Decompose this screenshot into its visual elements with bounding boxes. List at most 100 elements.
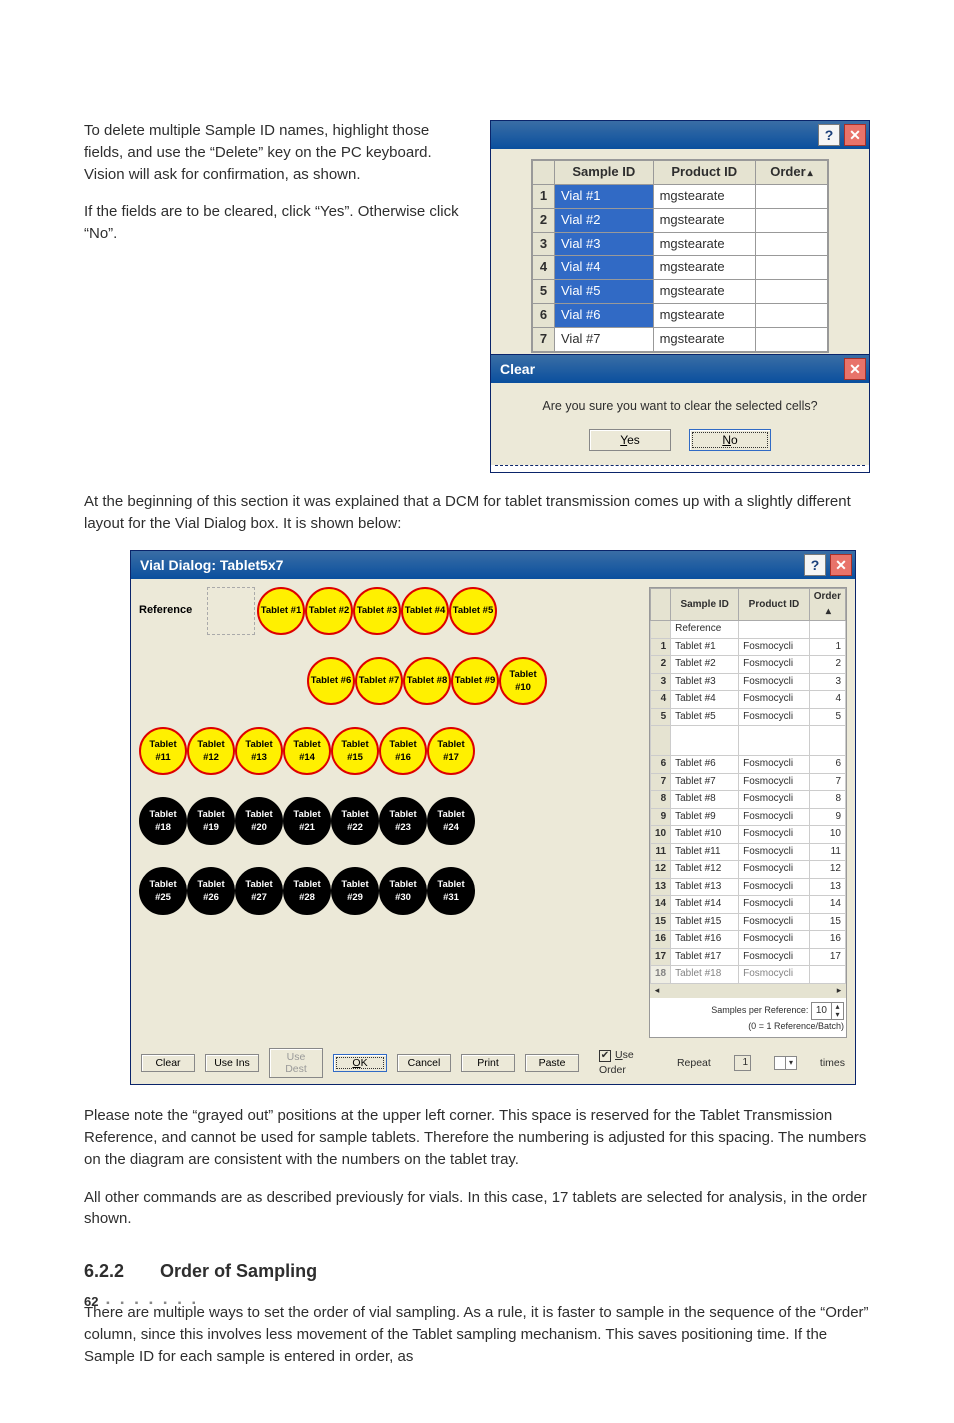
table-row[interactable]: 7Tablet #7Fosmocycli7 <box>651 773 846 791</box>
samples-per-reference-stepper[interactable]: 10 ▴▾ <box>811 1002 844 1020</box>
reference-slot <box>207 587 255 635</box>
tablet-well[interactable]: Tablet #3 <box>353 587 401 635</box>
table-row[interactable]: 1Vial #1mgstearate <box>533 184 828 208</box>
table-row[interactable]: 7Vial #7mgstearate <box>533 327 828 351</box>
close-icon[interactable]: ✕ <box>844 358 866 380</box>
tablet-well[interactable]: Tablet #5 <box>449 587 497 635</box>
tablet-well[interactable]: Tablet #31 <box>427 867 475 915</box>
tablet-well[interactable]: Tablet #18 <box>139 797 187 845</box>
sample-window: ? ✕ Sample ID Product ID Order▴ 1Vial #1… <box>490 120 870 364</box>
tablet-well[interactable]: Tablet #21 <box>283 797 331 845</box>
table-row[interactable]: 11Tablet #11Fosmocycli11 <box>651 843 846 861</box>
repeat-unit-dropdown[interactable]: ▾ <box>774 1056 797 1070</box>
table-row[interactable]: 3Tablet #3Fosmocycli3 <box>651 673 846 691</box>
sample-grid[interactable]: Sample ID Product ID Order▴ 1Vial #1mgst… <box>531 159 829 353</box>
tablet-well[interactable]: Tablet #28 <box>283 867 331 915</box>
col-order[interactable]: Order▴ <box>755 161 827 185</box>
tablet-well[interactable]: Tablet #6 <box>307 657 355 705</box>
clear-button[interactable]: Clear <box>141 1054 195 1072</box>
table-row[interactable]: 6Tablet #6Fosmocycli6 <box>651 756 846 774</box>
table-row[interactable]: 10Tablet #10Fosmocycli10 <box>651 826 846 844</box>
reference-row[interactable]: Reference <box>651 621 846 639</box>
table-row[interactable]: 5Vial #5mgstearate <box>533 280 828 304</box>
tablet-well[interactable]: Tablet #14 <box>283 727 331 775</box>
tablet-well[interactable]: Tablet #27 <box>235 867 283 915</box>
sort-asc-icon: ▴ <box>808 167 813 182</box>
tablet-well[interactable]: Tablet #23 <box>379 797 427 845</box>
tablet-well[interactable]: Tablet #13 <box>235 727 283 775</box>
cancel-button[interactable]: Cancel <box>397 1054 451 1072</box>
table-row[interactable]: 3Vial #3mgstearate <box>533 232 828 256</box>
table-row[interactable]: 18Tablet #18Fosmocycli <box>651 966 846 984</box>
col-sample-id[interactable]: Sample ID <box>555 161 654 185</box>
table-row[interactable]: 4Vial #4mgstearate <box>533 256 828 280</box>
tablet-well[interactable]: Tablet #25 <box>139 867 187 915</box>
tablet-well[interactable]: Tablet #17 <box>427 727 475 775</box>
tablet-well[interactable]: Tablet #4 <box>401 587 449 635</box>
tablet-well[interactable]: Tablet #7 <box>355 657 403 705</box>
table-row[interactable]: 8Tablet #8Fosmocycli8 <box>651 791 846 809</box>
dialog-title: Vial Dialog: Tablet5x7 <box>134 555 800 575</box>
scroll-right-icon[interactable]: ▸ <box>832 984 846 997</box>
col-sample-id[interactable]: Sample ID <box>671 589 739 621</box>
samples-per-reference-label: Samples per Reference: <box>711 1005 808 1015</box>
table-row[interactable]: 6Vial #6mgstearate <box>533 304 828 328</box>
table-row[interactable]: 15Tablet #15Fosmocycli15 <box>651 913 846 931</box>
col-order[interactable]: Order▴ <box>809 589 845 621</box>
yes-button[interactable]: Yes <box>589 429 671 451</box>
col-product-id[interactable]: Product ID <box>739 589 810 621</box>
tablet-well[interactable]: Tablet #26 <box>187 867 235 915</box>
tablet-well[interactable]: Tablet #10 <box>499 657 547 705</box>
tablet-well[interactable]: Tablet #15 <box>331 727 379 775</box>
print-button[interactable]: Print <box>461 1054 515 1072</box>
sample-grid[interactable]: Sample ID Product ID Order▴ Reference 1T… <box>649 587 847 1038</box>
tablet-well[interactable]: Tablet #12 <box>187 727 235 775</box>
tablet-well[interactable]: Tablet #2 <box>305 587 353 635</box>
paste-button[interactable]: Paste <box>525 1054 579 1072</box>
page-footer: 62 ▪ ▪ ▪ ▪ ▪ ▪ ▪ <box>84 1294 200 1309</box>
table-row[interactable]: 16Tablet #16Fosmocycli16 <box>651 931 846 949</box>
col-product-id[interactable]: Product ID <box>653 161 755 185</box>
help-icon[interactable]: ? <box>804 554 826 576</box>
reference-label: Reference <box>139 603 207 619</box>
footer-ornament: ▪ ▪ ▪ ▪ ▪ ▪ ▪ <box>106 1298 199 1309</box>
tablet-well[interactable]: Tablet #30 <box>379 867 427 915</box>
help-icon[interactable]: ? <box>818 124 840 146</box>
tablet-well[interactable]: Tablet #19 <box>187 797 235 845</box>
tablet-well[interactable]: Tablet #20 <box>235 797 283 845</box>
samples-per-reference-sublabel: (0 = 1 Reference/Batch) <box>748 1021 844 1031</box>
ok-button[interactable]: OK <box>333 1054 387 1072</box>
tablet-well[interactable]: Tablet #1 <box>257 587 305 635</box>
sort-asc-icon: ▴ <box>826 605 831 620</box>
scroll-left-icon[interactable]: ◂ <box>650 984 664 997</box>
use-ins-button[interactable]: Use Ins <box>205 1054 259 1072</box>
tablet-well[interactable]: Tablet #8 <box>403 657 451 705</box>
tablet-well[interactable]: Tablet #9 <box>451 657 499 705</box>
table-row[interactable]: 2Vial #2mgstearate <box>533 208 828 232</box>
table-row[interactable]: 4Tablet #4Fosmocycli4 <box>651 691 846 709</box>
tablet-well[interactable]: Tablet #22 <box>331 797 379 845</box>
tablet-well[interactable]: Tablet #16 <box>379 727 427 775</box>
repeat-field[interactable]: 1 <box>734 1055 751 1072</box>
body-paragraph: There are multiple ways to set the order… <box>84 1302 870 1367</box>
no-button[interactable]: No <box>689 429 771 451</box>
tablet-well[interactable]: Tablet #24 <box>427 797 475 845</box>
tablet-tray[interactable]: ReferenceTablet #1Tablet #2Tablet #3Tabl… <box>139 587 645 1038</box>
table-row[interactable]: 2Tablet #2Fosmocycli2 <box>651 656 846 674</box>
table-row[interactable]: 9Tablet #9Fosmocycli9 <box>651 808 846 826</box>
close-icon[interactable]: ✕ <box>844 124 866 146</box>
horizontal-scrollbar[interactable]: ◂ ▸ <box>650 984 846 998</box>
tablet-well[interactable]: Tablet #29 <box>331 867 379 915</box>
table-row[interactable]: 12Tablet #12Fosmocycli12 <box>651 861 846 879</box>
table-row[interactable]: 13Tablet #13Fosmocycli13 <box>651 878 846 896</box>
table-row[interactable]: 14Tablet #14Fosmocycli14 <box>651 896 846 914</box>
body-paragraph: If the fields are to be cleared, click “… <box>84 201 466 245</box>
tablet-well[interactable]: Tablet #11 <box>139 727 187 775</box>
table-row[interactable]: 1Tablet #1Fosmocycli1 <box>651 638 846 656</box>
dialog-title: Clear <box>494 359 840 379</box>
use-order-checkbox[interactable]: ✔Use Order <box>599 1048 651 1078</box>
table-row[interactable]: 5Tablet #5Fosmocycli5 <box>651 708 846 726</box>
table-row[interactable]: 17Tablet #17Fosmocycli17 <box>651 948 846 966</box>
body-paragraph: To delete multiple Sample ID names, high… <box>84 120 466 185</box>
close-icon[interactable]: ✕ <box>830 554 852 576</box>
